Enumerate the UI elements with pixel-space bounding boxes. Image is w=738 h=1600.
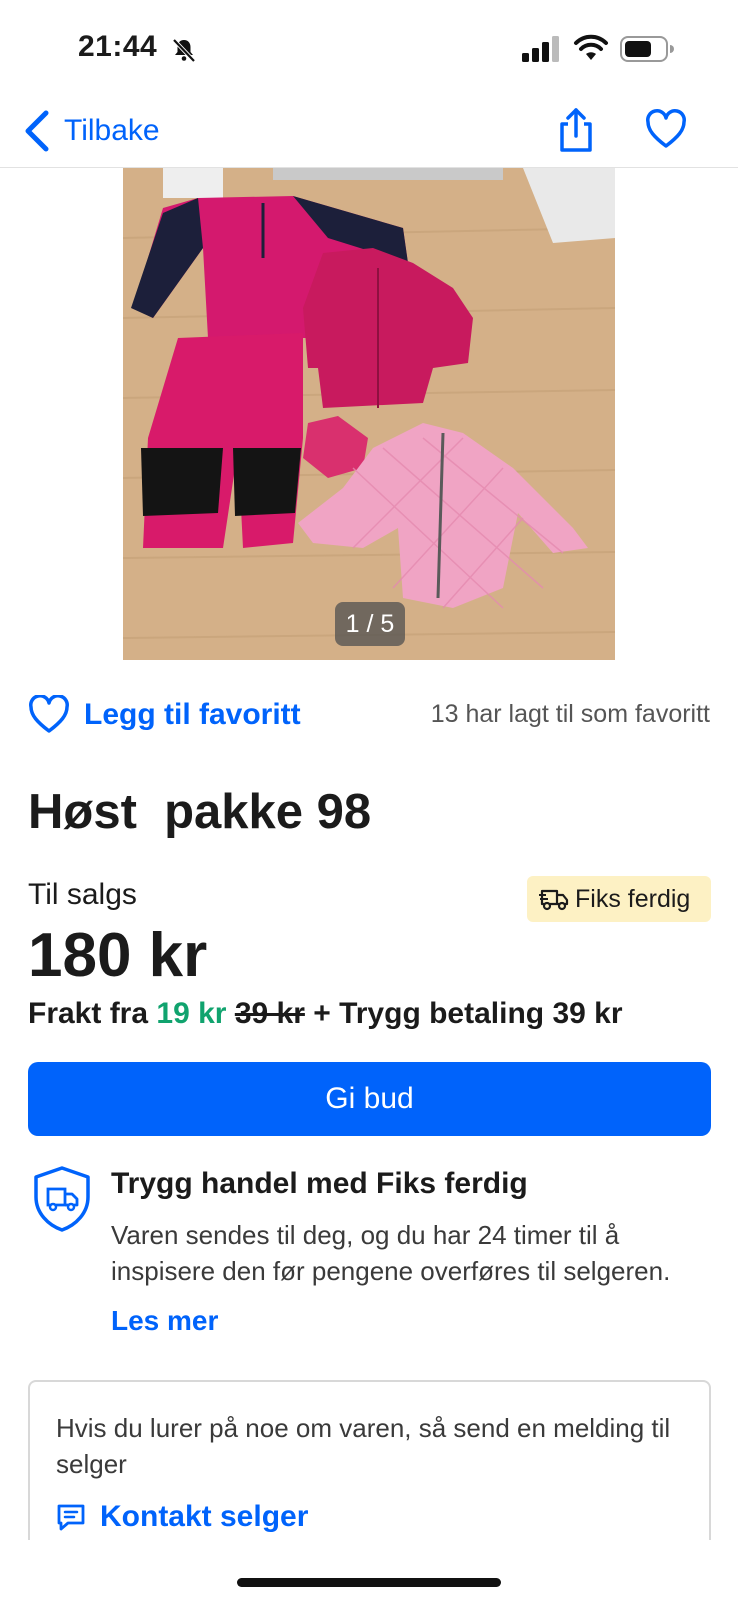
listing-status: Til salgs [28,878,137,911]
bottom-safe-area [0,1540,738,1600]
shipping-original-price: 39 kr [234,997,305,1030]
add-favorite-label: Legg til favoritt [84,698,301,731]
shipping-suffix: + Trygg betaling 39 kr [313,997,623,1030]
clothing-photo [123,168,615,660]
share-icon[interactable] [556,106,596,154]
back-button[interactable]: Tilbake [20,106,160,156]
bell-muted-icon [172,38,196,63]
battery-icon [620,36,674,62]
badge-label: Fiks ferdig [575,884,691,913]
favorite-row: Legg til favoritt 13 har lagt til som fa… [28,690,710,740]
safe-trade-title: Trygg handel med Fiks ferdig [111,1167,528,1200]
back-label: Tilbake [64,114,160,147]
read-more-link[interactable]: Les mer [111,1305,218,1337]
favorite-count: 13 har lagt til som favoritt [430,700,710,728]
cellular-signal-icon [522,36,559,62]
safe-trade-description: Varen sendes til deg, og du har 24 timer… [111,1220,671,1286]
contact-seller-button[interactable]: Kontakt selger [56,1500,308,1534]
add-favorite-button[interactable]: Legg til favoritt [28,690,301,740]
contact-prompt: Hvis du lurer på noe om varen, så send e… [56,1413,671,1479]
status-bar: 21:44 [0,0,738,100]
navigation-bar: Tilbake [0,100,738,168]
shield-truck-icon [34,1166,90,1232]
price: 180 kr [28,921,208,990]
heart-icon [29,695,69,733]
image-counter: 1 / 5 [335,602,405,646]
contact-seller-card: Hvis du lurer på noe om varen, så send e… [28,1380,711,1540]
fiks-ferdig-badge: Fiks ferdig [527,876,711,922]
shipping-info: Frakt fra 19 kr 39 kr + Trygg betaling 3… [28,997,623,1031]
listing-title: Høst pakke 98 [28,785,372,839]
shipping-discount-price: 19 kr [156,997,227,1030]
place-bid-button[interactable]: Gi bud [28,1062,711,1136]
contact-seller-label: Kontakt selger [100,1500,309,1533]
shipping-prefix: Frakt fra [28,997,149,1030]
status-time: 21:44 [78,30,158,63]
delivery-truck-icon [539,889,569,911]
message-icon [57,1504,85,1531]
chevron-left-icon [25,110,49,152]
product-image[interactable] [123,168,615,660]
wifi-icon [574,34,608,60]
heart-icon[interactable] [644,108,688,152]
home-indicator [237,1578,501,1587]
